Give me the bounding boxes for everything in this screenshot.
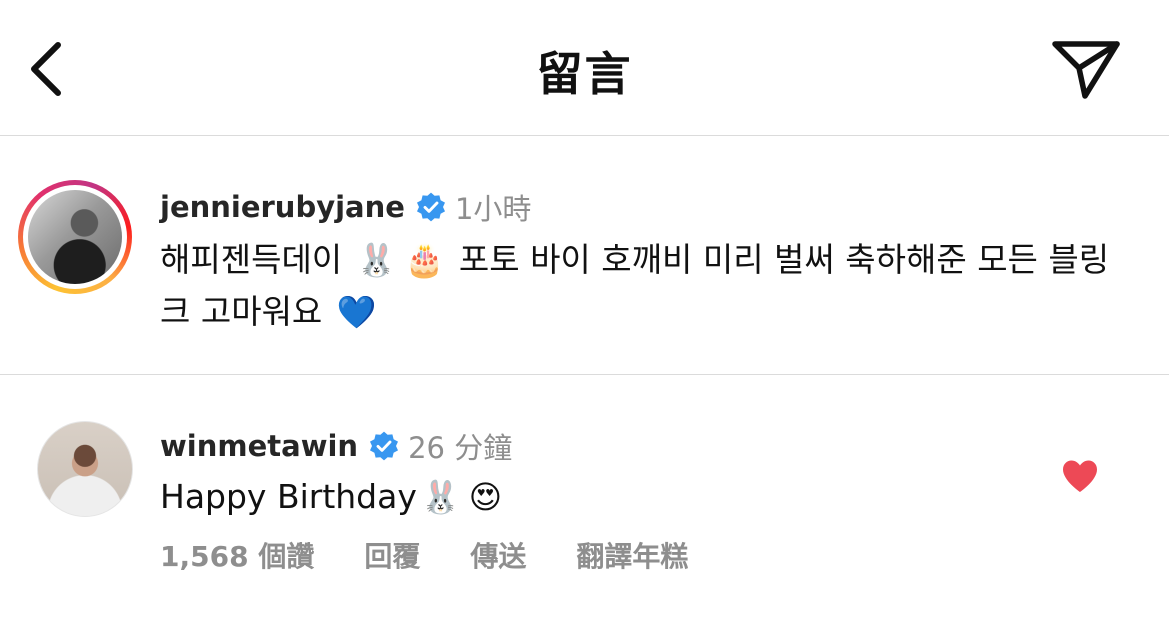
- share-button[interactable]: [1046, 32, 1126, 106]
- comment-text-part: Happy Birthday: [160, 477, 417, 516]
- avatar[interactable]: [37, 421, 133, 517]
- translate-button[interactable]: 翻譯年糕: [576, 535, 688, 575]
- username[interactable]: winmetawin: [160, 429, 358, 463]
- comment-text-part: 해피젠득데이: [160, 240, 343, 279]
- page-title: 留言: [536, 47, 633, 101]
- avatar-story-ring[interactable]: [18, 180, 132, 294]
- username[interactable]: jennierubyjane: [160, 190, 405, 224]
- timestamp: 26 分鐘: [408, 431, 513, 465]
- comment-item: winmetawin 26 分鐘 Happy Birthday 🐰 😍 1,568 …: [0, 375, 1169, 624]
- rabbit-face-icon: 🐰: [356, 241, 397, 279]
- reply-button[interactable]: 回覆: [364, 535, 420, 575]
- comment-meta: jennierubyjane 1小時: [160, 186, 531, 228]
- likes-count-link[interactable]: 1,568 個讚: [160, 535, 314, 575]
- avatar: [28, 190, 122, 284]
- comments-screen: 留言 jennierubyjane 1小時 해피젠득데이 🐰 🎂 포토 바이 호…: [0, 0, 1169, 624]
- rabbit-face-icon: 🐰: [420, 478, 461, 516]
- header-bar: 留言: [0, 0, 1169, 136]
- verified-badge-icon: [370, 431, 399, 461]
- comment-text: 해피젠득데이 🐰 🎂 포토 바이 호깨비 미리 벌써 축하해준 모든 블링크 고마…: [160, 234, 1120, 338]
- heart-filled-icon: [1063, 460, 1097, 492]
- comment-meta: winmetawin 26 分鐘: [160, 425, 512, 467]
- verified-badge-icon: [416, 192, 445, 222]
- like-button[interactable]: [1058, 455, 1102, 497]
- send-button[interactable]: 傳送: [470, 535, 526, 575]
- blue-heart-icon: 💙: [336, 293, 377, 331]
- comment-actions: 1,568 個讚 回覆 傳送 翻譯年糕: [160, 535, 738, 575]
- birthday-cake-icon: 🎂: [404, 241, 445, 279]
- caption-comment: jennierubyjane 1小時 해피젠득데이 🐰 🎂 포토 바이 호깨비 미…: [0, 136, 1169, 375]
- paper-plane-icon: [1052, 41, 1120, 99]
- comment-text: Happy Birthday 🐰 😍: [160, 471, 1020, 523]
- avatar-ring-gap: [23, 185, 127, 289]
- heart-eyes-icon: 😍: [468, 478, 503, 516]
- timestamp: 1小時: [454, 192, 532, 226]
